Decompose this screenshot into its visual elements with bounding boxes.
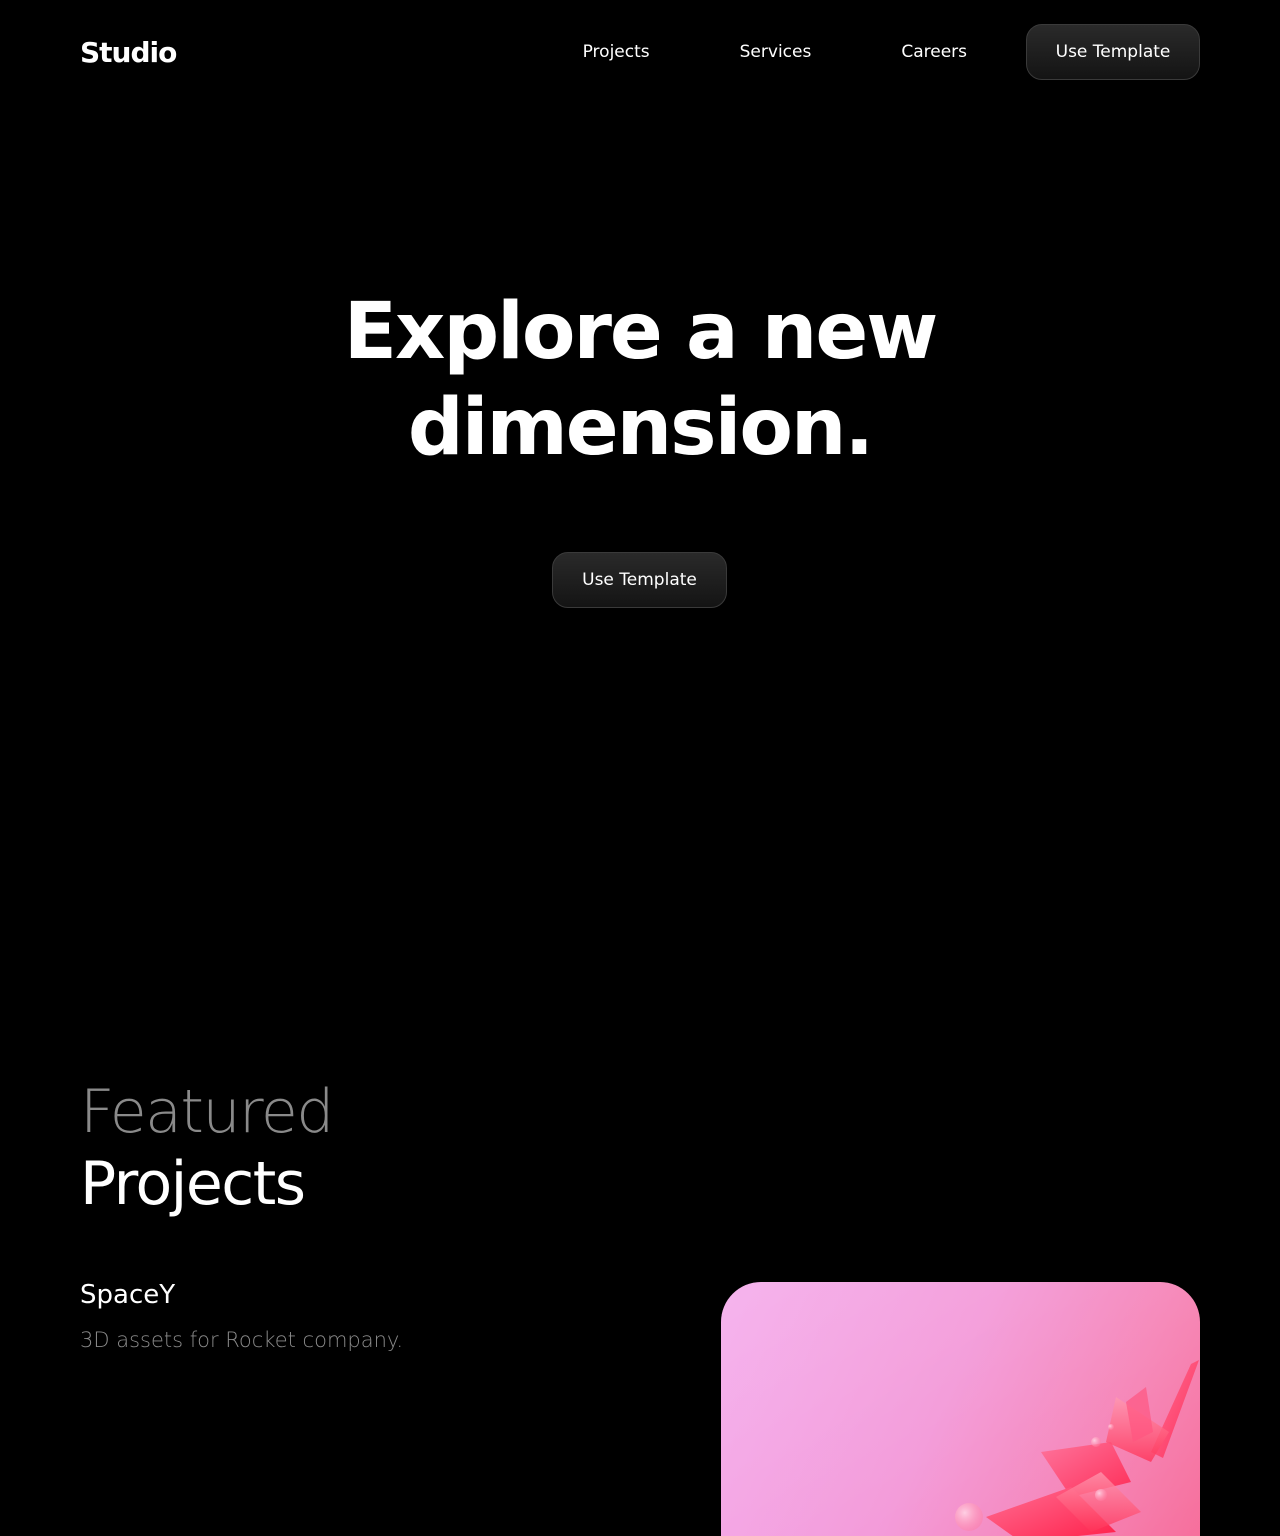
logo[interactable]: Studio	[80, 36, 177, 69]
project-image-3d-shapes	[721, 1282, 1200, 1536]
page: Studio Projects Services Careers Use Tem…	[0, 0, 1280, 1536]
featured-heading: Featured Projects	[80, 1076, 334, 1220]
nav-link-projects[interactable]: Projects	[583, 42, 650, 62]
hero-use-template-button[interactable]: Use Template	[552, 552, 727, 608]
nav-link-services[interactable]: Services	[740, 42, 812, 62]
project-description: 3D assets for Rocket company.	[80, 1328, 404, 1352]
featured-heading-light: Featured	[80, 1077, 334, 1147]
project-info: SpaceY 3D assets for Rocket company.	[80, 1280, 403, 1352]
project-image-card[interactable]	[721, 1282, 1200, 1536]
hero-title: Explore a new dimension.	[0, 284, 1280, 476]
hero-section: Explore a new dimension.	[0, 284, 1280, 476]
hero-title-line-1: Explore a new	[343, 287, 939, 377]
main-nav: Projects Services Careers Use Template	[583, 24, 1200, 80]
site-header: Studio Projects Services Careers Use Tem…	[80, 24, 1200, 80]
nav-link-careers[interactable]: Careers	[901, 42, 967, 62]
hero-title-line-2: dimension.	[407, 383, 874, 473]
project-name[interactable]: SpaceY	[80, 1280, 403, 1310]
header-use-template-button[interactable]: Use Template	[1026, 24, 1200, 80]
featured-heading-bold: Projects	[80, 1149, 306, 1219]
